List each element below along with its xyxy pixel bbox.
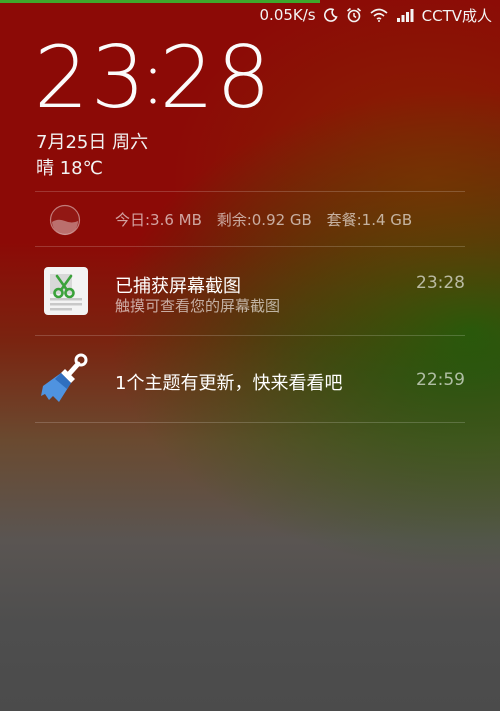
- clock-minutes: 28: [159, 28, 273, 128]
- network-speed: 0.05K/s: [259, 6, 316, 24]
- notification-time: 22:59: [416, 370, 465, 390]
- carrier-name: CCTV成人: [421, 6, 492, 25]
- theme-brush-icon: [39, 350, 91, 406]
- notification-time: 23:28: [416, 273, 465, 293]
- moon-icon: [323, 8, 338, 22]
- divider-middle: [35, 246, 465, 247]
- top-progress-line: [0, 0, 320, 3]
- lock-screen-clock: 23 28: [34, 30, 273, 126]
- data-usage-plan: 套餐:1.4 GB: [326, 211, 413, 229]
- notification-screenshot[interactable]: 已捕获屏幕截图 触摸可查看您的屏幕截图 23:28: [35, 252, 465, 334]
- clock-hours: 23: [34, 28, 148, 128]
- signal-bars-icon: [396, 8, 414, 22]
- notification-theme-update[interactable]: 1个主题有更新，快来看看吧 22:59: [35, 336, 465, 422]
- data-usage-gauge-icon: [49, 204, 81, 236]
- date-text: 7月25日 周六: [36, 132, 149, 153]
- alarm-clock-icon: [346, 7, 362, 23]
- status-bar: 0.05K/s CCTV成人: [260, 4, 492, 26]
- data-usage-today: 今日:3.6 MB: [115, 211, 202, 229]
- clock-colon: [149, 30, 157, 126]
- data-usage-text: 今日:3.6 MB 剩余:0.92 GB 套餐:1.4 GB: [115, 209, 422, 230]
- weather-text: 晴 18℃: [36, 158, 103, 179]
- divider-bottom: [35, 422, 465, 423]
- data-usage-remaining: 剩余:0.92 GB: [216, 211, 312, 229]
- notification-subtitle: 触摸可查看您的屏幕截图: [115, 297, 281, 315]
- wifi-icon: [370, 8, 388, 22]
- data-usage-row[interactable]: 今日:3.6 MB 剩余:0.92 GB 套餐:1.4 GB: [35, 192, 465, 246]
- screenshot-scissors-icon: [43, 266, 89, 316]
- notification-title: 1个主题有更新，快来看看吧: [115, 373, 343, 394]
